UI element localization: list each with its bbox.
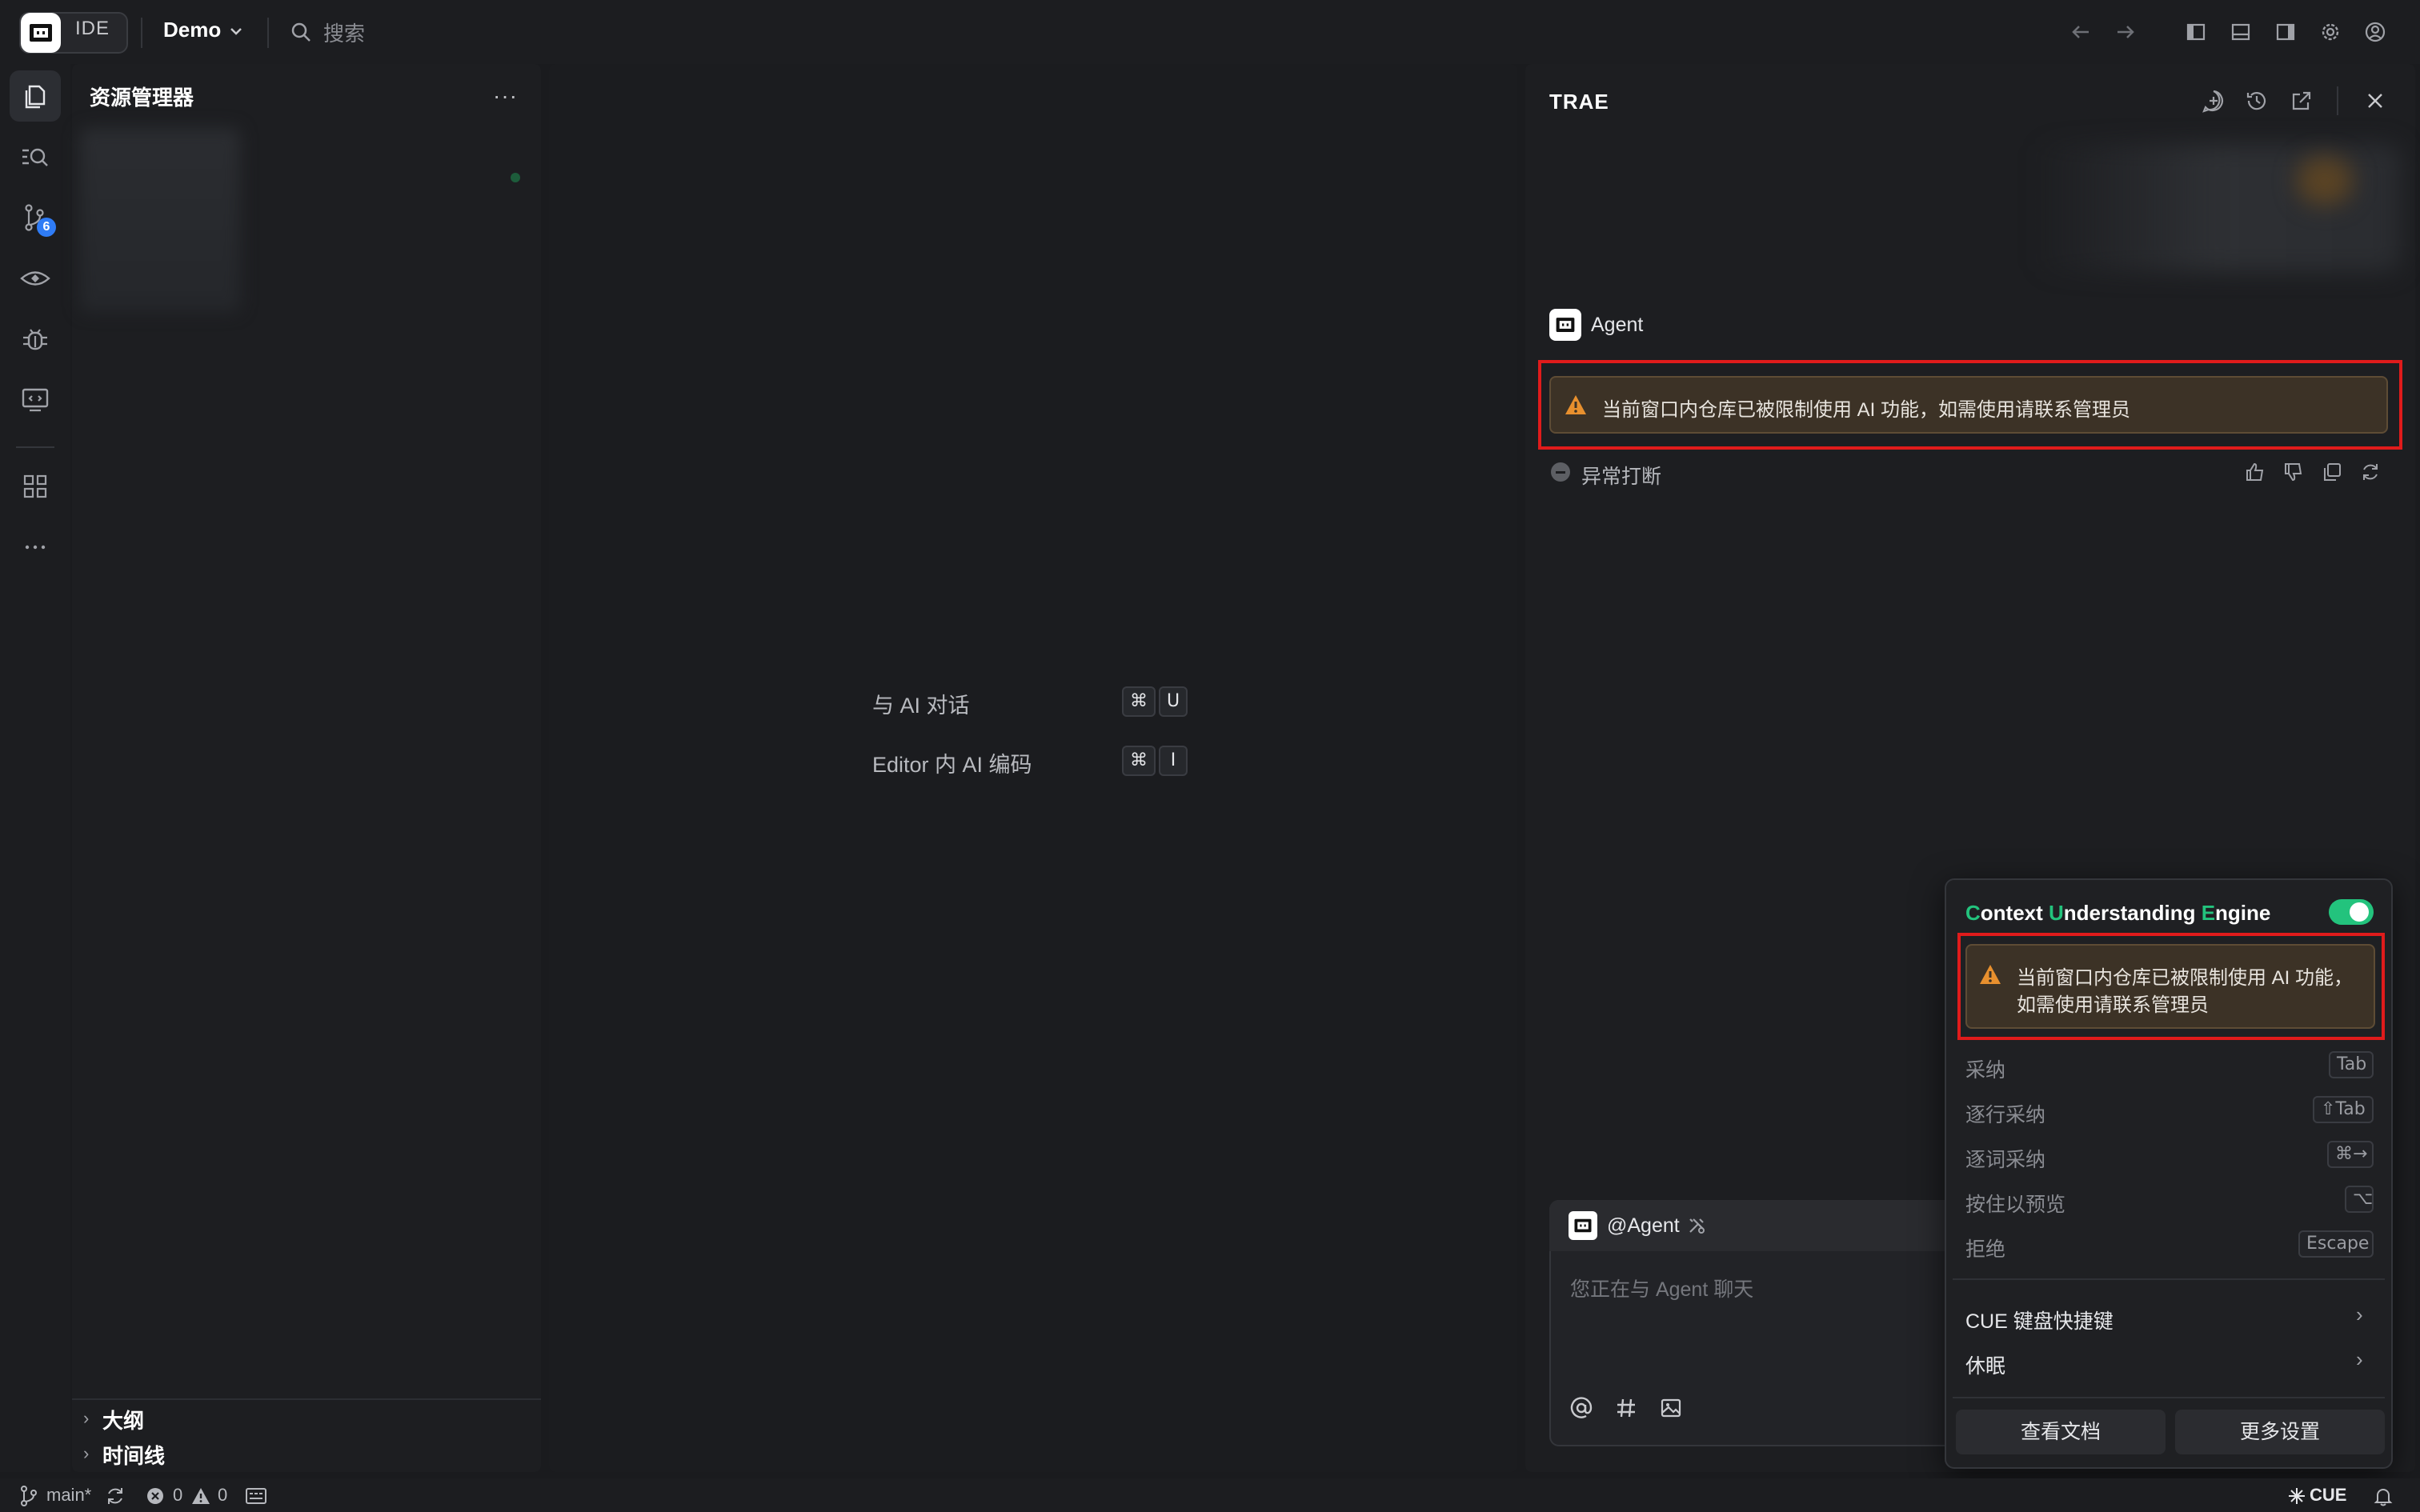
toggle-bottom-panel-icon[interactable] bbox=[2228, 19, 2254, 45]
account-icon[interactable] bbox=[2362, 19, 2388, 45]
header-divider bbox=[2337, 86, 2338, 115]
shortcut-reject-label: 拒绝 bbox=[1965, 1238, 2006, 1261]
hint-chat-label: 与 AI 对话 bbox=[872, 694, 970, 718]
toggle-right-panel-icon[interactable] bbox=[2273, 19, 2298, 45]
agent-avatar bbox=[1569, 1211, 1597, 1240]
editor-area[interactable] bbox=[549, 64, 1517, 1472]
thumbs-down-icon[interactable] bbox=[2282, 461, 2305, 483]
cue-divider bbox=[1953, 1397, 2385, 1398]
title-divider bbox=[141, 18, 142, 48]
status-bar bbox=[0, 1478, 2420, 1512]
copy-icon[interactable] bbox=[2321, 461, 2343, 483]
thumbs-up-icon[interactable] bbox=[2244, 461, 2266, 483]
shortcut-accept-label: 采纳 bbox=[1965, 1059, 2006, 1082]
warning-message-line: 当前窗口内仓库已被限制使用 AI 功能， bbox=[2017, 967, 2354, 989]
more-settings-button[interactable]: 更多设置 bbox=[2175, 1410, 2385, 1454]
close-icon[interactable] bbox=[2362, 88, 2388, 114]
view-docs-button[interactable]: 查看文档 bbox=[1956, 1410, 2166, 1454]
shortcut-key: U bbox=[1159, 686, 1188, 717]
timeline-section[interactable]: 时间线 bbox=[102, 1440, 165, 1470]
cue-sleep-menu[interactable]: 休眠 bbox=[1965, 1350, 2005, 1379]
explorer-files-icon[interactable] bbox=[19, 80, 51, 112]
remote-display-icon[interactable] bbox=[19, 384, 51, 416]
file-tree-blurred[interactable] bbox=[80, 128, 240, 312]
project-selector[interactable]: Demo bbox=[163, 18, 221, 42]
warning-count[interactable]: 0 bbox=[218, 1485, 227, 1506]
shortcut-key: ⇧Tab bbox=[2313, 1096, 2374, 1123]
shortcut-key: I bbox=[1159, 746, 1188, 776]
global-search[interactable]: 搜索 bbox=[323, 18, 365, 47]
chevron-right-icon[interactable]: › bbox=[83, 1443, 89, 1464]
toggle-knob bbox=[2350, 902, 2369, 922]
shortcut-key: Escape bbox=[2298, 1230, 2374, 1258]
extensions-grid-icon[interactable] bbox=[19, 470, 51, 502]
search-icon[interactable] bbox=[290, 21, 312, 43]
warning-triangle-icon bbox=[1564, 394, 1588, 416]
shortcut-key: ⌘→ bbox=[2327, 1141, 2374, 1168]
new-chat-icon[interactable] bbox=[2201, 88, 2226, 114]
agent-selector[interactable]: @Agent bbox=[1607, 1214, 1680, 1238]
trae-logo-icon bbox=[21, 13, 61, 53]
mention-at-icon[interactable] bbox=[1569, 1395, 1594, 1421]
settings-gear-icon[interactable] bbox=[2318, 19, 2343, 45]
shortcut-key: Tab bbox=[2329, 1051, 2374, 1078]
cue-status-icon[interactable] bbox=[2287, 1486, 2306, 1506]
toggle-left-panel-icon[interactable] bbox=[2183, 19, 2209, 45]
agent-name: Agent bbox=[1591, 314, 1644, 336]
hint-inline-label: Editor 内 AI 编码 bbox=[872, 753, 1032, 777]
shortcut-key: ⌥ bbox=[2345, 1186, 2374, 1213]
modified-indicator bbox=[511, 173, 520, 182]
search-panel-icon[interactable] bbox=[19, 141, 51, 173]
agent-avatar bbox=[1549, 309, 1581, 341]
shortcut-key: ⌘ bbox=[1122, 686, 1156, 717]
interrupted-minus-icon bbox=[1551, 462, 1570, 482]
chat-panel-title: TRAE bbox=[1549, 90, 1609, 114]
error-icon[interactable] bbox=[146, 1486, 165, 1506]
preview-eye-icon[interactable] bbox=[19, 262, 51, 294]
git-branch-icon[interactable] bbox=[18, 1485, 40, 1507]
image-upload-icon[interactable] bbox=[1658, 1395, 1684, 1421]
chevron-right-icon[interactable]: › bbox=[2356, 1347, 2363, 1372]
cue-divider bbox=[1953, 1278, 2385, 1280]
hash-context-icon[interactable] bbox=[1613, 1395, 1639, 1421]
explorer-divider bbox=[72, 1398, 541, 1400]
chat-input-field[interactable]: 您正在与 Agent 聊天 bbox=[1570, 1274, 1753, 1302]
git-branch-label[interactable]: main* bbox=[46, 1485, 91, 1506]
cue-shortcuts-menu[interactable]: CUE 键盘快捷键 bbox=[1965, 1306, 2113, 1334]
status-interrupted: 异常打断 bbox=[1581, 466, 1662, 488]
more-ellipsis-icon[interactable] bbox=[19, 531, 51, 563]
outline-section[interactable]: 大纲 bbox=[102, 1405, 144, 1434]
cue-title: Context Understanding Engine bbox=[1965, 901, 2271, 925]
terminal-panel-icon[interactable] bbox=[245, 1486, 267, 1506]
shortcut-key: ⌘ bbox=[1122, 746, 1156, 776]
source-control-badge: 6 bbox=[37, 218, 56, 237]
back-arrow-icon[interactable] bbox=[2068, 19, 2093, 45]
regenerate-icon[interactable] bbox=[2359, 461, 2382, 483]
open-external-icon[interactable] bbox=[2289, 88, 2314, 114]
forward-arrow-icon[interactable] bbox=[2113, 19, 2138, 45]
app-name: IDE bbox=[75, 18, 110, 39]
warning-message: 当前窗口内仓库已被限制使用 AI 功能，如需使用请联系管理员 bbox=[1602, 399, 2131, 421]
shortcut-accept-word-label: 逐词采纳 bbox=[1965, 1149, 2046, 1171]
explorer-title: 资源管理器 bbox=[90, 86, 194, 110]
history-icon[interactable] bbox=[2244, 88, 2270, 114]
shortcut-accept-line-label: 逐行采纳 bbox=[1965, 1104, 2046, 1126]
warning-message-line: 如需使用请联系管理员 bbox=[2017, 994, 2209, 1016]
shortcut-preview-label: 按住以预览 bbox=[1965, 1194, 2066, 1216]
sync-icon[interactable] bbox=[104, 1485, 126, 1507]
chevron-right-icon[interactable]: › bbox=[2356, 1302, 2363, 1327]
title-divider bbox=[267, 18, 269, 48]
explorer-more-button[interactable]: ··· bbox=[493, 83, 518, 109]
chevron-down-icon[interactable] bbox=[227, 22, 245, 40]
chevron-right-icon[interactable]: › bbox=[83, 1408, 89, 1429]
warning-triangle-icon bbox=[1978, 963, 2002, 986]
notification-bell-icon[interactable] bbox=[2372, 1485, 2394, 1507]
activity-divider bbox=[16, 446, 54, 448]
tools-icon[interactable] bbox=[1685, 1214, 1708, 1237]
user-avatar-blurred bbox=[2297, 157, 2353, 205]
error-count[interactable]: 0 bbox=[173, 1485, 182, 1506]
cue-status-label[interactable]: CUE bbox=[2310, 1485, 2346, 1506]
debug-bug-icon[interactable] bbox=[19, 323, 51, 355]
warning-icon[interactable] bbox=[190, 1486, 211, 1506]
